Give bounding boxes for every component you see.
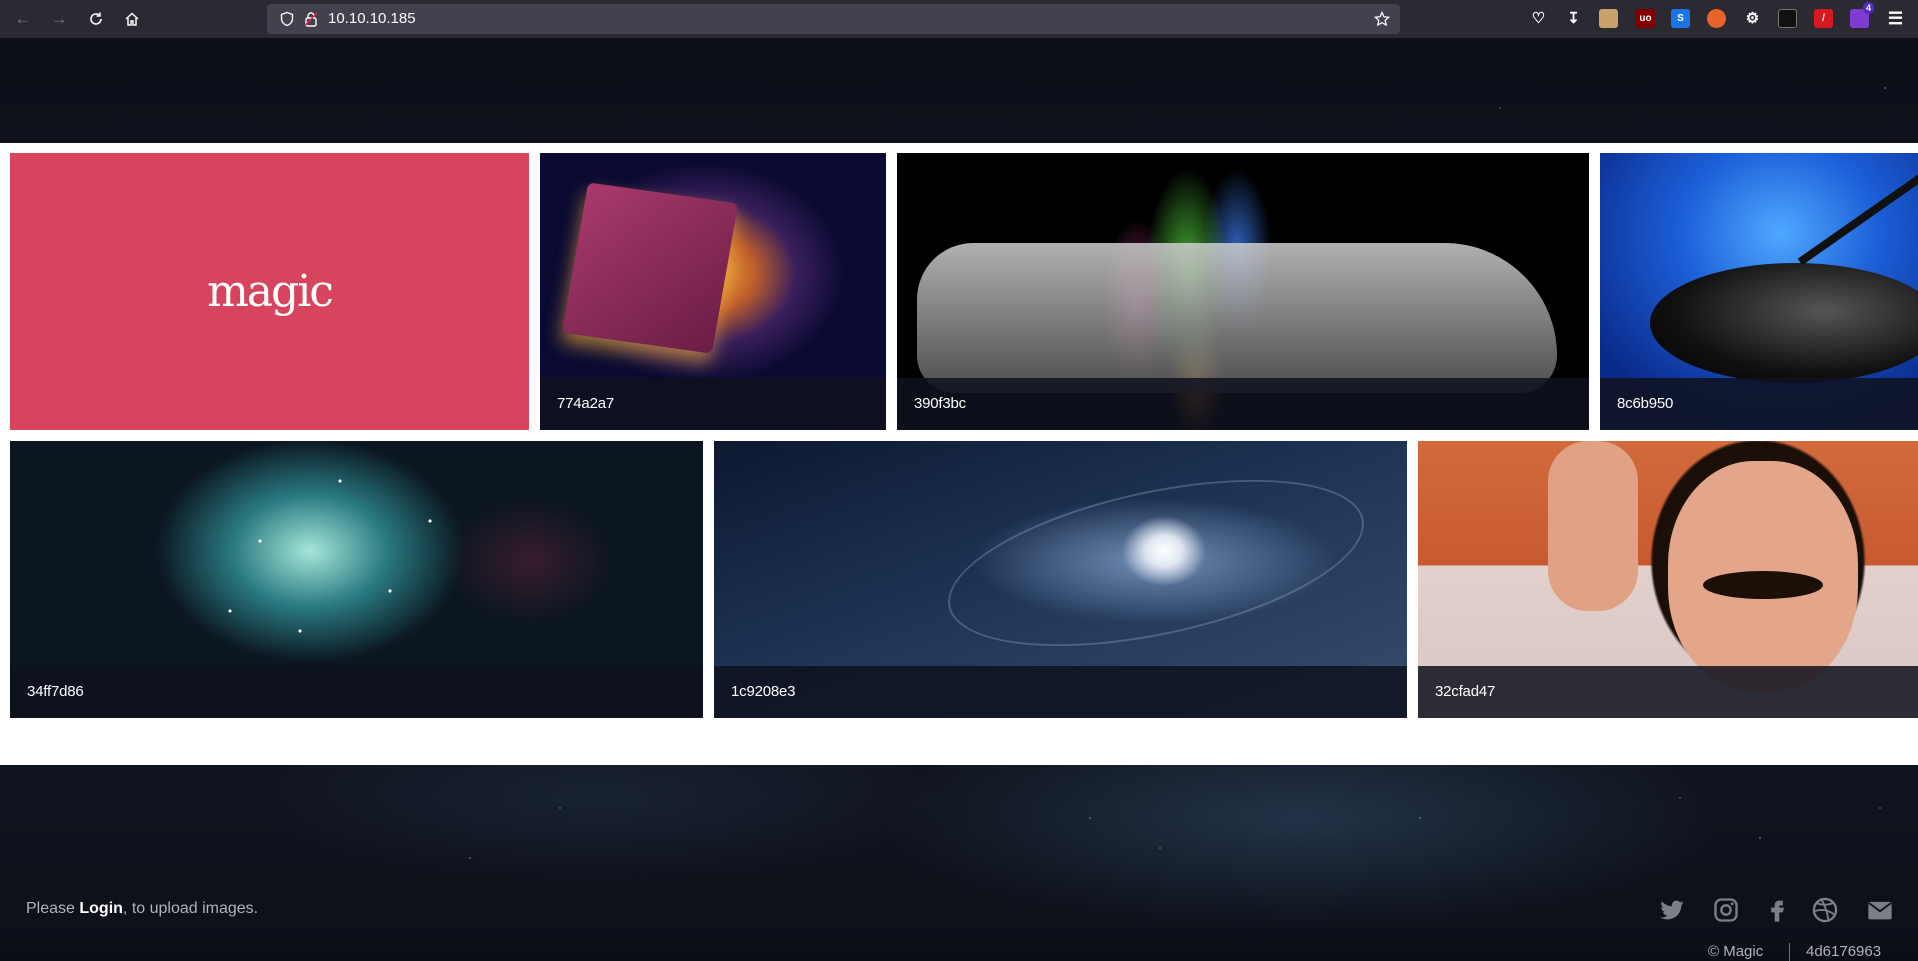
twitter-icon[interactable] [1658, 896, 1686, 924]
image-caption: 34ff7d86 [10, 666, 703, 718]
forward-button[interactable]: → [47, 7, 71, 31]
extension-orange-icon[interactable] [1707, 9, 1726, 28]
home-icon [125, 12, 139, 26]
extension-red-icon[interactable]: / [1814, 9, 1833, 28]
bookmark-star-icon[interactable] [1374, 11, 1390, 27]
instagram-icon[interactable] [1712, 896, 1740, 924]
reload-icon [90, 12, 102, 25]
footer-hash: 4d6176963 [1806, 943, 1882, 960]
image-caption: 8c6b950 [1600, 378, 1918, 430]
extension-badge: 4 [1862, 2, 1874, 14]
pocket-icon[interactable]: ♡ [1529, 9, 1548, 28]
image-caption: 774a2a7 [540, 378, 886, 430]
image-caption: 1c9208e3 [714, 666, 1407, 718]
browser-toolbar: ← → 10.10.10.185 ♡ ↧ uo S ⚙ / 4 ☰ ☰ [0, 0, 1918, 38]
login-link[interactable]: Login [79, 900, 123, 917]
lock-warning-icon[interactable] [303, 11, 319, 27]
spellbook-image [561, 182, 739, 354]
magic-hat-image [1650, 263, 1918, 383]
gallery-image-tile[interactable]: 32cfad47 [1418, 441, 1918, 718]
gallery-image-tile[interactable]: 390f3bc [897, 153, 1589, 430]
image-caption: 32cfad47 [1418, 666, 1918, 718]
email-icon[interactable] [1866, 896, 1894, 924]
hand-image [917, 243, 1557, 393]
shield-icon[interactable] [279, 11, 295, 27]
gallery-image-tile[interactable]: 8c6b950 [1600, 153, 1918, 430]
image-gallery: magic 774a2a7 390f3bc 8c6b950 34ff7d86 1… [0, 143, 1918, 765]
magic-logo-tile: magic [10, 153, 529, 430]
page-background: magic 774a2a7 390f3bc 8c6b950 34ff7d86 1… [0, 38, 1918, 961]
login-suffix: , to upload images. [122, 900, 259, 917]
dribbble-icon[interactable] [1811, 896, 1839, 924]
extension-cookie-icon[interactable] [1599, 9, 1618, 28]
terminal-icon[interactable] [1778, 9, 1797, 28]
gallery-image-tile[interactable]: 34ff7d86 [10, 441, 703, 718]
footer-divider [1789, 943, 1790, 961]
downloads-icon[interactable]: ↧ [1564, 9, 1583, 28]
back-button[interactable]: ← [11, 7, 35, 31]
magic-logo: magic [207, 266, 334, 317]
login-prompt: Please Login, to upload images. [26, 900, 258, 918]
magician-mustache-image [1703, 571, 1823, 599]
extension-s-icon[interactable]: S [1671, 9, 1690, 28]
image-caption: 390f3bc [897, 378, 1589, 430]
copyright-text: © Magic [1708, 943, 1764, 960]
gallery-image-tile[interactable]: 1c9208e3 [714, 441, 1407, 718]
login-prefix: Please [26, 900, 80, 917]
wand-image [1797, 166, 1918, 266]
extension-purple-icon[interactable]: 4 [1850, 2, 1874, 28]
app-menu-button[interactable]: ☰ [1886, 9, 1905, 28]
magician-hand-image [1548, 441, 1638, 611]
ublock-origin-icon[interactable]: uo [1636, 9, 1655, 28]
facebook-icon[interactable] [1763, 896, 1791, 924]
gallery-image-tile[interactable]: 774a2a7 [540, 153, 886, 430]
home-button[interactable] [120, 7, 144, 31]
address-bar[interactable]: 10.10.10.185 [267, 4, 1400, 34]
extension-settings-icon[interactable]: ⚙ [1743, 9, 1762, 28]
url-text[interactable]: 10.10.10.185 [328, 4, 416, 34]
galaxy-image [933, 448, 1379, 678]
reload-button[interactable] [84, 7, 108, 31]
